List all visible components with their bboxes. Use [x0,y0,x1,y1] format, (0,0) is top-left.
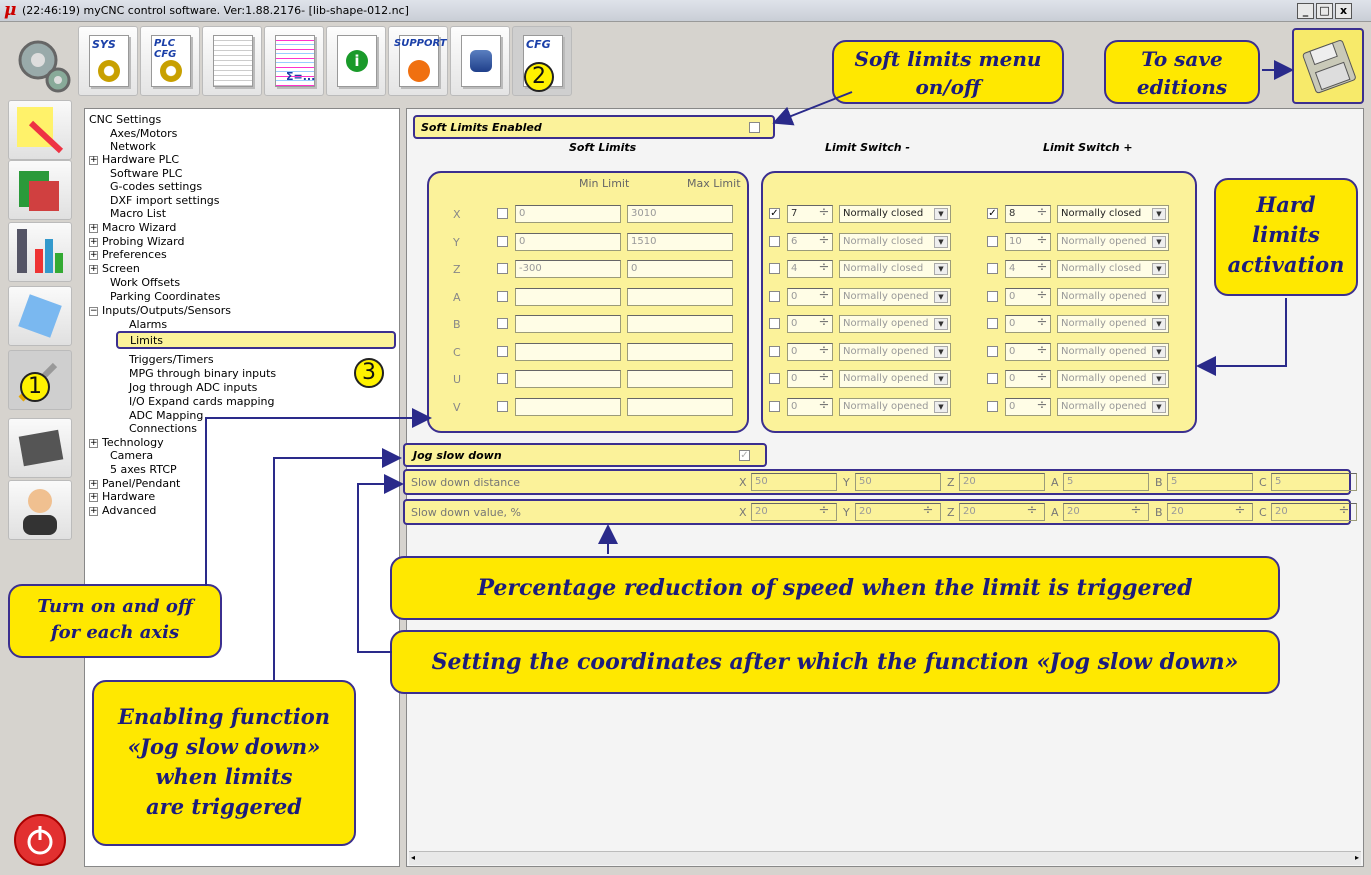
annotation-arrows [205,60,1294,680]
